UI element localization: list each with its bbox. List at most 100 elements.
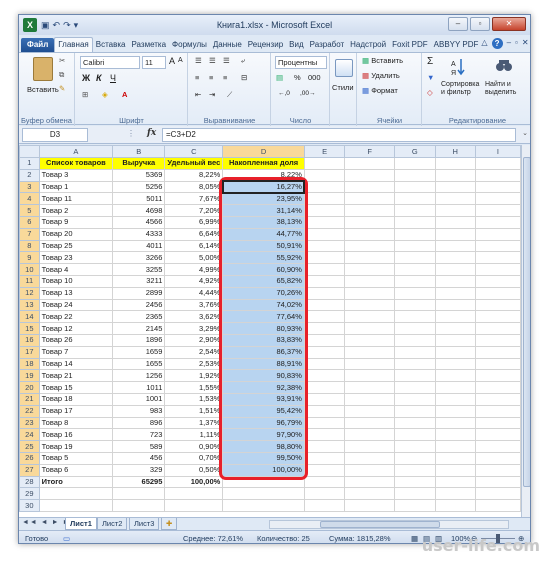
cell[interactable] [394, 298, 436, 312]
cell[interactable]: 0,90% [164, 440, 224, 453]
row-header[interactable]: 27 [19, 463, 40, 477]
cell[interactable]: 8,22% [222, 168, 305, 182]
cell[interactable]: 2456 [112, 298, 166, 312]
cell[interactable] [474, 369, 521, 383]
cell[interactable] [344, 180, 396, 194]
cell[interactable] [434, 263, 476, 276]
paste-button[interactable]: Вставить [27, 85, 59, 94]
cell[interactable] [164, 499, 224, 512]
cell[interactable] [303, 192, 346, 206]
find-select-icon[interactable] [495, 57, 513, 77]
row-header[interactable]: 5 [19, 204, 40, 217]
vertical-scrollbar[interactable] [521, 145, 530, 517]
font-color-icon[interactable]: A [122, 90, 127, 99]
cell[interactable] [344, 263, 396, 276]
cell[interactable] [303, 428, 346, 442]
row-header[interactable]: 12 [19, 286, 40, 300]
sheet-tab-3[interactable]: Лист3 [129, 518, 160, 530]
cell[interactable] [474, 310, 521, 324]
column-header-i[interactable]: I [474, 145, 521, 158]
spreadsheet-grid[interactable]: A B C D E F G H I 1 Список товаров Выручка… [19, 145, 521, 517]
cell[interactable]: Товар 2 [38, 204, 114, 217]
cell[interactable] [344, 251, 396, 265]
cell[interactable]: 1655 [112, 357, 166, 371]
font-grow-button[interactable]: A [169, 56, 175, 66]
cell[interactable]: Товар 21 [38, 369, 114, 383]
number-format-select[interactable]: Процентны [275, 56, 327, 69]
cell[interactable]: 16,27% [222, 180, 305, 194]
cell[interactable] [474, 215, 521, 229]
cell[interactable]: 0,70% [164, 451, 224, 465]
cell[interactable]: Товар 9 [38, 215, 114, 229]
cell[interactable]: 4,92% [164, 274, 224, 288]
cell[interactable] [344, 404, 396, 418]
delete-cells-button[interactable]: ▦ Удалить [362, 71, 400, 80]
cell[interactable]: 983 [112, 404, 166, 418]
row-header[interactable]: 14 [19, 310, 40, 324]
cell[interactable]: 8,22% [164, 168, 224, 182]
cell[interactable] [434, 157, 476, 170]
cell[interactable]: 2145 [112, 322, 166, 335]
tab-insert[interactable]: Вставка [93, 38, 129, 52]
cell[interactable]: 86,37% [222, 345, 305, 359]
cell[interactable] [474, 392, 521, 406]
font-shrink-button[interactable]: A [178, 57, 183, 64]
styles-button[interactable]: Стили [332, 83, 354, 92]
cell[interactable] [434, 357, 476, 371]
cell[interactable] [394, 192, 436, 206]
column-header-d[interactable]: D [222, 145, 305, 158]
row-header[interactable]: 7 [19, 227, 40, 241]
cell[interactable] [394, 499, 436, 512]
expand-formula-bar-icon[interactable]: ⌄ [522, 129, 528, 137]
tab-abbyy[interactable]: ABBYY PDF [431, 38, 482, 52]
cell[interactable] [434, 463, 476, 477]
indent-increase-icon[interactable]: ⇥ [209, 90, 215, 99]
cell[interactable]: 74,02% [222, 298, 305, 312]
cell[interactable]: Товар 3 [38, 168, 114, 182]
formula-input[interactable]: =C3+D2 [162, 128, 516, 142]
font-size-select[interactable]: 11 [142, 56, 166, 69]
undo-icon[interactable]: ↶ [53, 20, 61, 31]
cell[interactable] [434, 298, 476, 312]
cell[interactable] [303, 487, 346, 501]
cell[interactable]: 97,90% [222, 428, 305, 442]
cell[interactable]: 96,79% [222, 416, 305, 430]
cell[interactable]: 8,05% [164, 180, 224, 194]
row-header[interactable]: 28 [19, 475, 40, 489]
cell[interactable] [474, 168, 521, 182]
cell[interactable]: Товар 13 [38, 286, 114, 300]
cell[interactable]: Товар 25 [38, 239, 114, 253]
sort-filter-button[interactable]: Сортировка и фильтр [441, 81, 481, 97]
cell[interactable] [394, 451, 436, 465]
cell[interactable]: 1896 [112, 333, 166, 347]
cell[interactable] [303, 204, 346, 217]
cell[interactable] [303, 392, 346, 406]
cell[interactable] [344, 215, 396, 229]
sheet-table[interactable]: A B C D E F G H I 1 Список товаров Выручка… [19, 145, 521, 512]
cell[interactable] [434, 428, 476, 442]
find-select-button[interactable]: Найти и выделить [485, 81, 529, 97]
cell[interactable] [344, 192, 396, 206]
cell[interactable]: Товар 24 [38, 298, 114, 312]
cell[interactable] [434, 416, 476, 430]
ribbon-minimize-icon[interactable]: – [507, 38, 511, 49]
cell[interactable]: 7,20% [164, 204, 224, 217]
cell[interactable] [344, 381, 396, 394]
format-cells-button[interactable]: ▦ Формат [362, 86, 398, 95]
cell[interactable] [434, 180, 476, 194]
cell[interactable] [222, 499, 305, 512]
row-header[interactable]: 2 [19, 168, 40, 182]
thousands-button[interactable]: 000 [308, 73, 321, 82]
cell[interactable]: 2,90% [164, 333, 224, 347]
cell[interactable]: 3,76% [164, 298, 224, 312]
cell[interactable] [303, 310, 346, 324]
cell[interactable]: 88,91% [222, 357, 305, 371]
cell[interactable]: 100,00% [222, 463, 305, 477]
cell[interactable] [303, 215, 346, 229]
cell[interactable] [344, 310, 396, 324]
cell[interactable]: 44,77% [222, 227, 305, 241]
column-header-e[interactable]: E [303, 145, 346, 158]
cell[interactable] [303, 333, 346, 347]
cell[interactable]: Товар 15 [38, 381, 114, 394]
cell[interactable]: Товар 11 [38, 192, 114, 206]
